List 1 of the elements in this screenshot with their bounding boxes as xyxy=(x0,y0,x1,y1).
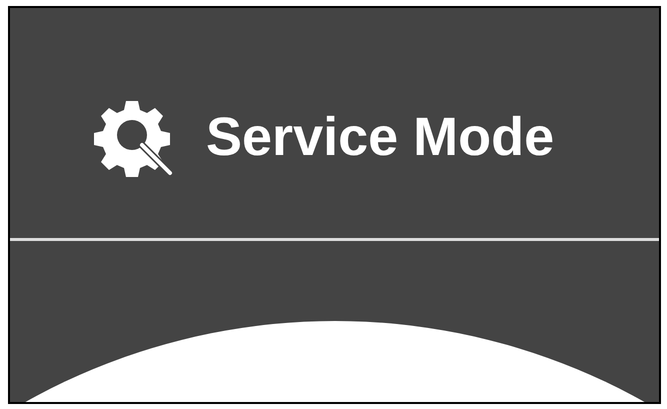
screen-title: Service Mode xyxy=(206,106,554,168)
